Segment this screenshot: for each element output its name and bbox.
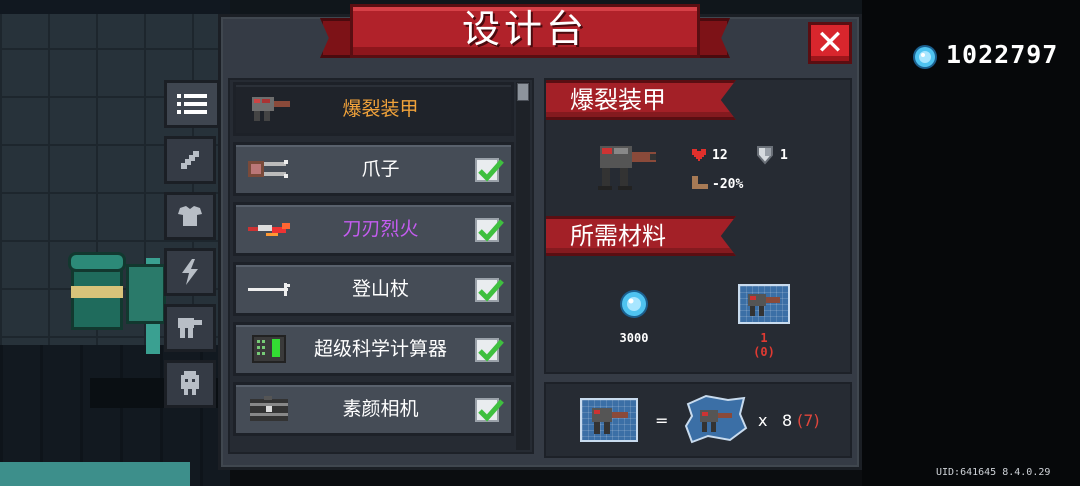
camera-icon [250, 396, 288, 421]
tab-list[interactable] [164, 80, 220, 128]
sword-icon [181, 151, 199, 169]
barrel-prop [68, 252, 126, 334]
creature-icon [181, 371, 199, 395]
times-sign: x [758, 411, 768, 430]
owned-checkbox[interactable] [475, 338, 504, 362]
fragment-owned: (7) [797, 411, 820, 430]
climbing-stick-icon [248, 283, 290, 296]
owned-checkbox[interactable] [475, 398, 504, 422]
lightning-icon [182, 259, 198, 285]
owned-checkbox[interactable] [475, 278, 504, 302]
game-wall [0, 0, 230, 14]
detail-title: 爆裂装甲 [546, 80, 736, 120]
tab-mech[interactable] [164, 304, 216, 352]
gem-icon [620, 290, 648, 318]
list-item[interactable]: 爪子 [233, 142, 514, 196]
owned-checkbox[interactable] [475, 218, 504, 242]
check-icon [478, 159, 504, 182]
item-label: 登山杖 [351, 278, 409, 300]
owned-checkbox[interactable] [475, 158, 504, 182]
list-item[interactable]: 素颜相机 [233, 382, 514, 436]
item-label: 爆裂装甲 [342, 98, 419, 120]
armor-icon [178, 206, 202, 226]
claw-icon [248, 160, 288, 178]
armor-stat: 1 [780, 148, 788, 163]
machine-prop [126, 264, 166, 324]
mech-icon [178, 318, 202, 338]
fragment-needed: 8 [782, 411, 793, 430]
gem-cost: 3000 [619, 331, 649, 345]
list-item[interactable]: 刀刃烈火 [233, 202, 514, 256]
list-item[interactable]: 超级科学计算器 [233, 322, 514, 376]
tab-armor[interactable] [164, 192, 216, 240]
check-icon [478, 339, 504, 362]
blueprint-owned: (0) [753, 345, 775, 359]
boot-icon [692, 176, 708, 189]
tab-pet[interactable] [164, 360, 216, 408]
equals-sign: = [655, 411, 669, 430]
list-item[interactable]: 爆裂装甲 [233, 82, 514, 136]
game-dark-area [862, 0, 1080, 486]
page-title: 设计台 [461, 7, 588, 51]
item-label: 超级科学计算器 [313, 338, 447, 360]
item-label: 刀刃烈火 [342, 218, 419, 240]
list-scrollbar[interactable] [516, 82, 530, 450]
currency-amount: 1022797 [946, 40, 1059, 69]
item-label: 素颜相机 [342, 398, 419, 420]
item-label: 爪子 [361, 158, 400, 180]
title-banner: 设计台 [320, 4, 730, 62]
list-item[interactable]: 登山杖 [233, 262, 514, 316]
scroll-thumb[interactable] [517, 83, 529, 101]
uid-label: UID:641645 8.4.0.29 [936, 467, 1051, 478]
speed-stat: -20% [712, 177, 744, 192]
armor-mech-icon [598, 146, 656, 190]
flame-blade-icon [248, 223, 290, 236]
check-icon [478, 279, 504, 302]
tab-weapon[interactable] [164, 136, 216, 184]
gem-icon [913, 45, 937, 69]
tab-skill[interactable] [164, 248, 216, 296]
list-icon [177, 94, 207, 114]
game-water [0, 462, 190, 486]
check-icon [478, 399, 504, 422]
blueprint-fragment-icon [684, 394, 748, 444]
shield-icon [757, 146, 773, 165]
check-icon [478, 219, 504, 242]
blueprint-icon [738, 284, 790, 324]
hp-stat: 12 [712, 148, 728, 163]
blueprint-count: 1 [760, 331, 768, 345]
close-icon: ✕ [815, 23, 845, 63]
materials-title: 所需材料 [546, 216, 736, 256]
calculator-icon [252, 335, 286, 363]
blueprint-icon [580, 398, 638, 442]
armor-mech-icon [252, 97, 290, 121]
heart-icon [692, 149, 706, 161]
close-button[interactable]: ✕ [808, 22, 852, 64]
